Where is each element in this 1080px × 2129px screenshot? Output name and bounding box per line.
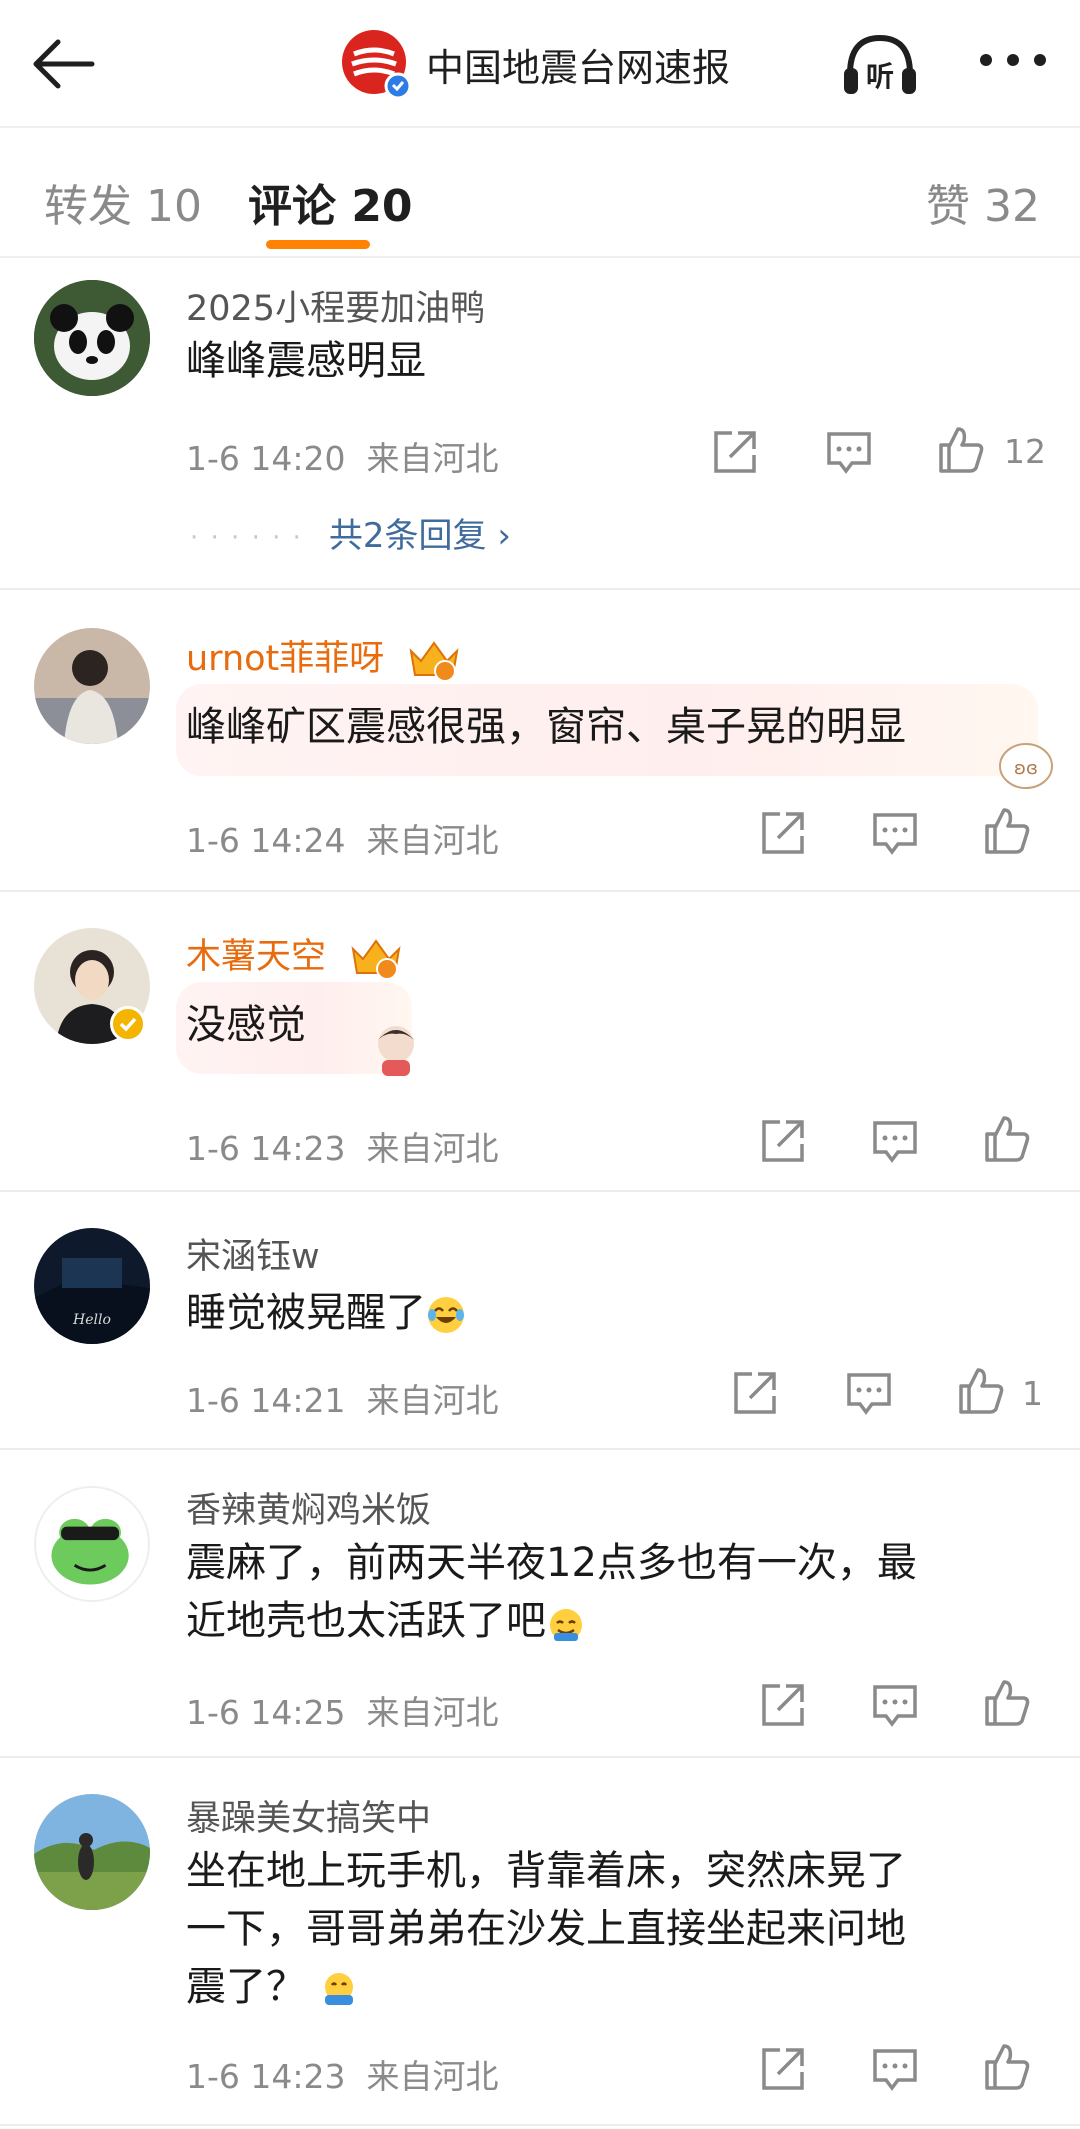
frog-avatar-image [36, 1488, 148, 1600]
comment-icon[interactable] [870, 1116, 920, 1166]
avatar[interactable]: Hello [34, 1228, 150, 1344]
like-count: 1 [1022, 1374, 1043, 1413]
avatar[interactable] [34, 1486, 150, 1602]
night-sky-avatar-image: Hello [34, 1228, 150, 1344]
comment-icon[interactable] [870, 2044, 920, 2094]
panda-avatar-image [34, 280, 150, 396]
share-icon[interactable] [710, 427, 760, 477]
tab-comments[interactable]: 评论 20 [248, 170, 413, 234]
comment-username[interactable]: 木薯天空 [186, 928, 405, 981]
bubble-decoration-icon [378, 1026, 414, 1076]
replies-dots: · · · · · · [190, 522, 303, 553]
sweat-smile-emoji-icon [550, 1609, 582, 1641]
view-replies-link[interactable]: · · · · · · 共2条回复 › [190, 508, 511, 557]
like-icon[interactable] [982, 1678, 1032, 1728]
active-tab-indicator [266, 240, 370, 249]
comment-meta: 1-6 14:20 来自河北 [186, 439, 499, 478]
comment-text-line: 近地壳也太活跃了吧 [186, 1592, 1046, 1650]
comment-item: 暴躁美女搞笑中 坐在地上玩手机，背靠着床，突然床晃了 一下，哥哥弟弟在沙发上直接… [0, 1760, 1080, 2126]
comment-text-line: 震了？ [186, 1958, 1046, 2016]
comment-username[interactable]: 香辣黄焖鸡米饭 [186, 1482, 431, 1533]
share-icon[interactable] [758, 1680, 808, 1730]
listen-icon[interactable]: 听 [840, 30, 920, 100]
verified-badge-icon [110, 1006, 146, 1042]
comment-meta: 1-6 14:23 来自河北 [186, 2057, 499, 2096]
comment-item: 木薯天空 没感觉 1-6 14:23 来自河北 [0, 894, 1080, 1192]
account-header[interactable]: 中国地震台网速报 [340, 28, 730, 100]
comment-meta: 1-6 14:25 来自河北 [186, 1693, 499, 1732]
like-icon[interactable] [982, 2042, 1032, 2092]
like-icon[interactable] [982, 806, 1032, 856]
more-icon[interactable] [978, 40, 1048, 80]
crown-badge-icon [351, 939, 401, 980]
avatar[interactable] [34, 1794, 150, 1910]
comment-icon[interactable] [870, 1680, 920, 1730]
avatar[interactable] [34, 628, 150, 744]
like-icon[interactable] [956, 1366, 1006, 1416]
comment-icon[interactable] [870, 808, 920, 858]
like-icon[interactable] [982, 1114, 1032, 1164]
logo-icon [342, 30, 412, 100]
comment-icon[interactable] [824, 427, 874, 477]
like-count: 12 [1004, 432, 1046, 471]
comment-meta: 1-6 14:23 来自河北 [186, 1129, 499, 1168]
comment-text-line: 坐在地上玩手机，背靠着床，突然床晃了 [186, 1848, 906, 1894]
person-avatar-image [34, 628, 150, 744]
top-bar: 中国地震台网速报 听 [0, 0, 1080, 128]
comment-text: 睡觉被晃醒了 [186, 1284, 1046, 1342]
share-icon[interactable] [758, 1116, 808, 1166]
comment-item: 香辣黄焖鸡米饭 震麻了，前两天半夜12点多也有一次，最 近地壳也太活跃了吧 1-… [0, 1452, 1080, 1758]
comment-item: Hello 宋涵钰w 睡觉被晃醒了 1-6 14:21 来自河北 1 [0, 1194, 1080, 1450]
comment-icon[interactable] [844, 1368, 894, 1418]
laugh-cry-emoji-icon [428, 1297, 464, 1333]
tab-bar: 转发 10 评论 20 赞 32 [0, 130, 1080, 258]
share-icon[interactable] [730, 1368, 780, 1418]
like-icon[interactable] [936, 425, 986, 475]
comment-text: 坐在地上玩手机，背靠着床，突然床晃了 一下，哥哥弟弟在沙发上直接坐起来问地 震了… [186, 1842, 1046, 2016]
comment-text: 没感觉 [186, 1002, 306, 1048]
account-logo [340, 28, 412, 100]
tab-likes[interactable]: 赞 32 [926, 170, 1040, 234]
comment-username[interactable]: 宋涵钰w [186, 1228, 320, 1279]
comment-username[interactable]: 2025小程要加油鸭 [186, 280, 485, 331]
comment-item: 2025小程要加油鸭 峰峰震感明显 1-6 14:20 来自河北 12 · · … [0, 260, 1080, 590]
svg-text:听: 听 [866, 60, 894, 93]
bubble-decoration-icon: ʚɞ [999, 743, 1053, 789]
comment-text: 峰峰矿区震感很强，窗帘、桌子晃的明显 [186, 704, 906, 750]
crown-badge-icon [409, 641, 459, 682]
comment-text-line: 一下，哥哥弟弟在沙发上直接坐起来问地 [186, 1906, 906, 1952]
comment-meta: 1-6 14:24 来自河北 [186, 821, 499, 860]
svg-text:Hello: Hello [72, 1312, 111, 1328]
hug-emoji-icon [324, 1973, 353, 2005]
comment-item: urnot菲菲呀 峰峰矿区震感很强，窗帘、桌子晃的明显 ʚɞ 1-6 14:24… [0, 592, 1080, 892]
comment-meta: 1-6 14:21 来自河北 [186, 1381, 499, 1420]
landscape-avatar-image [34, 1794, 150, 1910]
back-arrow-icon[interactable] [28, 34, 98, 94]
account-name: 中国地震台网速报 [426, 45, 731, 90]
share-icon[interactable] [758, 808, 808, 858]
comment-username[interactable]: 暴躁美女搞笑中 [186, 1790, 431, 1841]
comment-text: 峰峰震感明显 [186, 338, 426, 384]
svg-text:ʚɞ: ʚɞ [1014, 758, 1038, 779]
share-icon[interactable] [758, 2044, 808, 2094]
avatar[interactable] [34, 280, 150, 396]
comment-username[interactable]: urnot菲菲呀 [186, 630, 463, 683]
comment-text: 震麻了，前两天半夜12点多也有一次，最 近地壳也太活跃了吧 [186, 1534, 1046, 1650]
tab-repost[interactable]: 转发 10 [44, 170, 202, 234]
comment-text-line: 震麻了，前两天半夜12点多也有一次，最 [186, 1540, 917, 1586]
